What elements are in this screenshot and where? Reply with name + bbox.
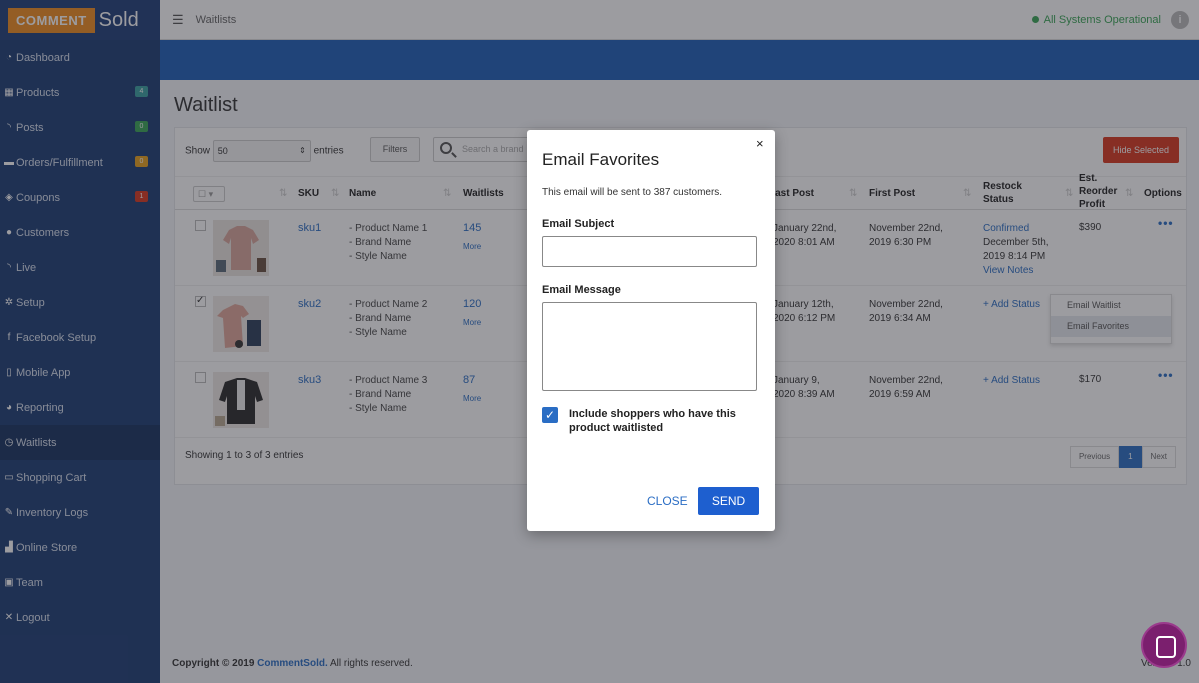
email-message-label: Email Message: [542, 284, 621, 296]
close-button[interactable]: CLOSE: [647, 494, 688, 508]
include-waitlisted-label[interactable]: Include shoppers who have this product w…: [569, 407, 749, 435]
modal-title: Email Favorites: [542, 150, 660, 169]
email-subject-input[interactable]: [542, 236, 757, 267]
email-subject-label: Email Subject: [542, 218, 615, 230]
modal-subtitle: This email will be sent to 387 customers…: [542, 187, 723, 198]
close-icon[interactable]: ×: [756, 136, 764, 151]
email-message-input[interactable]: [542, 302, 757, 391]
include-waitlisted-checkbox[interactable]: ✓: [542, 407, 558, 423]
send-button[interactable]: SEND: [698, 487, 759, 515]
email-favorites-modal: × Email Favorites This email will be sen…: [527, 130, 775, 531]
chat-widget-icon[interactable]: [1141, 622, 1187, 668]
